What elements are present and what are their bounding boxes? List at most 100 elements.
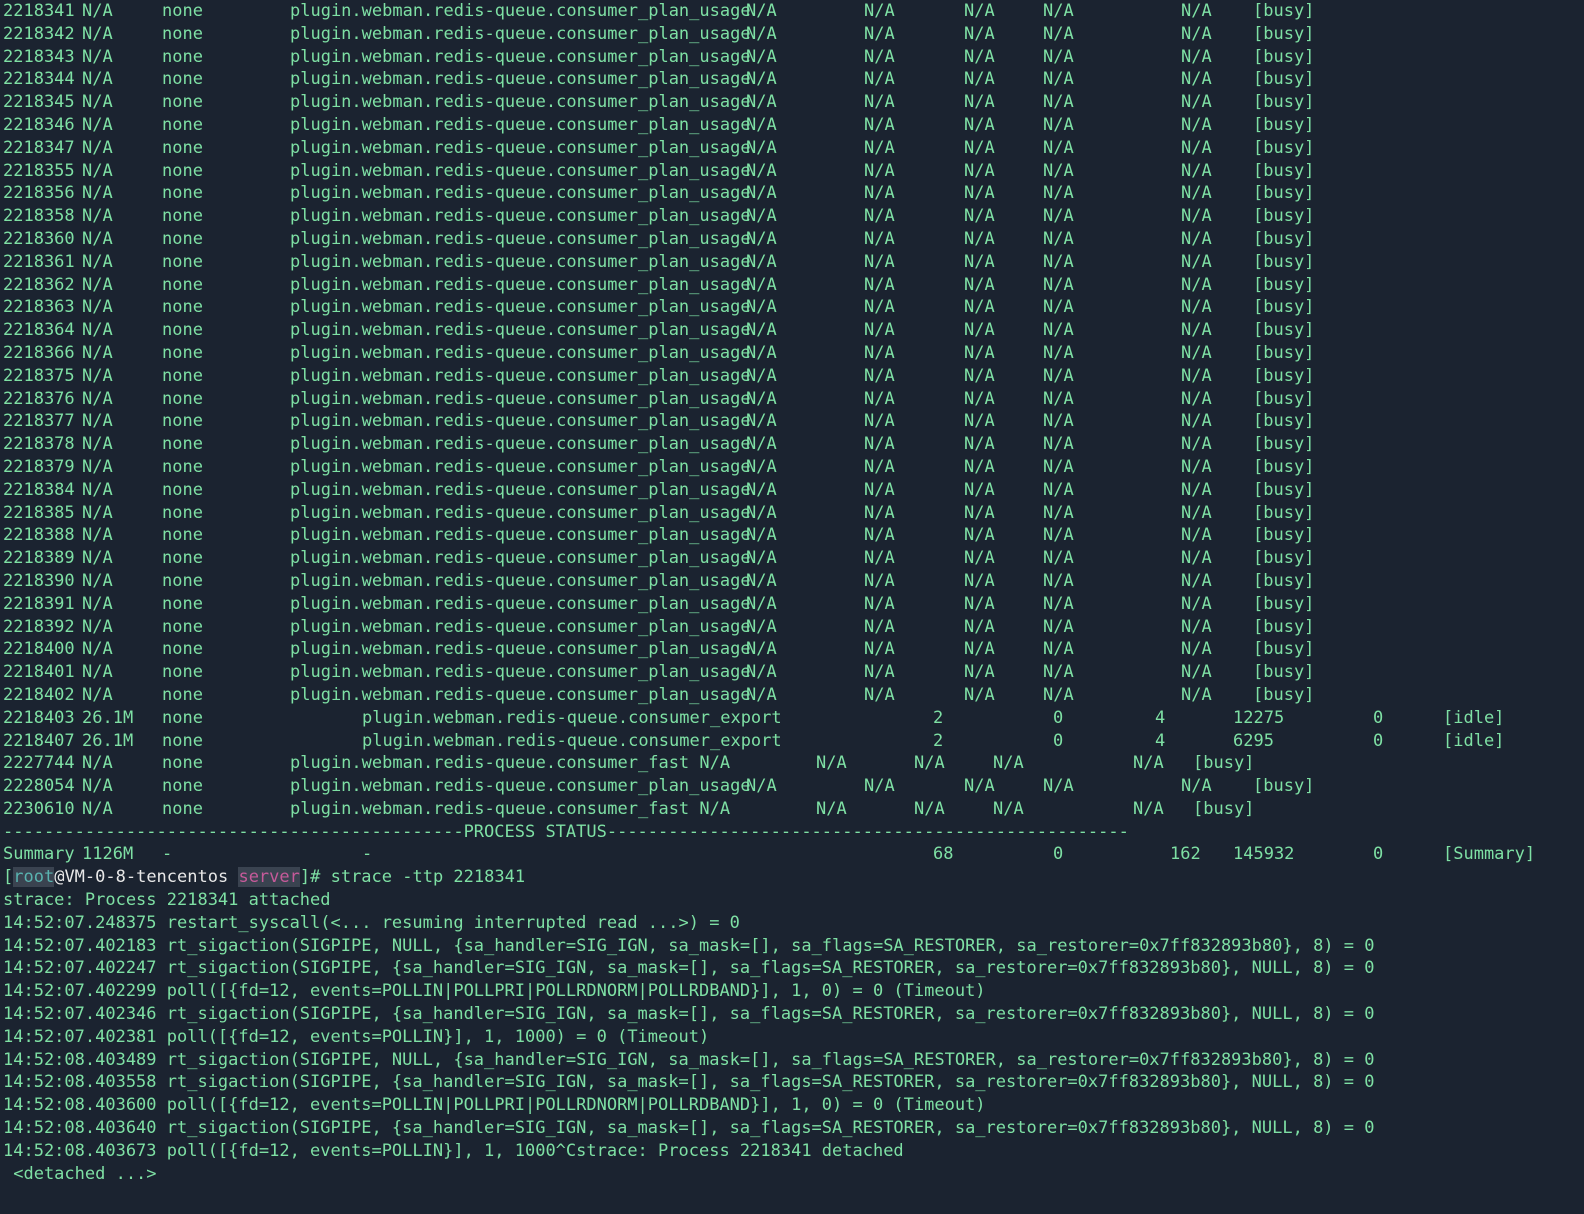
process-c5: N/A: [1181, 342, 1212, 363]
process-pid: 2218379: [3, 456, 75, 477]
process-c3: N/A: [993, 753, 1024, 774]
process-pid: 2218345: [3, 92, 75, 113]
process-mem: N/A: [82, 662, 113, 683]
process-pid: 2218360: [3, 228, 75, 249]
process-status: [busy]: [1253, 411, 1315, 432]
terminal-window[interactable]: 2218341 N/A none plugin.webman.redis-queue.…: [0, 0, 1584, 1214]
process-c4: N/A: [1043, 228, 1074, 249]
process-status: [busy]: [1253, 434, 1315, 455]
process-row: 2218361 N/A none plugin.webman.redis-queue.…: [0, 251, 1584, 274]
process-c3: N/A: [964, 662, 995, 683]
process-status: [busy]: [1253, 639, 1315, 660]
process-mem: N/A: [82, 251, 113, 272]
process-c4: N/A: [1133, 798, 1164, 819]
process-c1: N/A: [816, 753, 847, 774]
process-peer: none: [162, 320, 203, 341]
process-row: 2218358 N/A none plugin.webman.redis-queue.…: [0, 205, 1584, 228]
process-pid: 2218392: [3, 616, 75, 637]
process-status: [busy]: [1253, 776, 1315, 797]
process-peer: none: [162, 662, 203, 683]
process-pid: 2218362: [3, 274, 75, 295]
process-mem: N/A: [82, 411, 113, 432]
process-pid: 2218389: [3, 548, 75, 569]
process-status: [busy]: [1253, 251, 1315, 272]
process-peer: none: [162, 753, 203, 774]
process-mem: N/A: [82, 46, 113, 67]
process-c5: N/A: [1181, 69, 1212, 90]
process-c2: N/A: [864, 114, 895, 135]
process-c5: N/A: [1181, 365, 1212, 386]
process-c4: N/A: [1043, 616, 1074, 637]
process-c3: N/A: [964, 114, 995, 135]
process-c2: N/A: [864, 502, 895, 523]
process-c5: N/A: [1181, 525, 1212, 546]
process-name: plugin.webman.redis-queue.consumer_plan_…: [290, 206, 751, 227]
process-c4: 6295: [1233, 730, 1274, 751]
process-pid: 2228054: [3, 776, 75, 797]
process-name: plugin.webman.redis-queue.consumer_plan_…: [290, 502, 751, 523]
process-row: 2218355 N/A none plugin.webman.redis-queue.…: [0, 160, 1584, 183]
process-c2: N/A: [864, 388, 895, 409]
prompt-command[interactable]: strace -ttp 2218341: [320, 867, 525, 887]
process-pid: 2218363: [3, 297, 75, 318]
process-pid: 2218376: [3, 388, 75, 409]
process-row: 2218344 N/A none plugin.webman.redis-queue.…: [0, 68, 1584, 91]
process-c3: N/A: [964, 411, 995, 432]
process-status: [busy]: [1253, 69, 1315, 90]
process-name: plugin.webman.redis-queue.consumer_plan_…: [290, 593, 751, 614]
process-c5: N/A: [1181, 160, 1212, 181]
shell-prompt[interactable]: [root@VM-0-8-tencentos server]# strace -…: [0, 866, 1584, 889]
process-name: plugin.webman.redis-queue.consumer_plan_…: [290, 411, 751, 432]
process-name: plugin.webman.redis-queue.consumer_plan_…: [290, 388, 751, 409]
process-pid: 2218388: [3, 525, 75, 546]
process-c4: N/A: [1043, 365, 1074, 386]
process-c2: N/A: [864, 251, 895, 272]
process-pid: 2218403: [3, 707, 75, 728]
process-c1: N/A: [746, 365, 777, 386]
process-mem: N/A: [82, 639, 113, 660]
process-row: 2218346 N/A none plugin.webman.redis-queue.…: [0, 114, 1584, 137]
process-c3: N/A: [964, 297, 995, 318]
process-c3: N/A: [964, 684, 995, 705]
process-c3: N/A: [964, 479, 995, 500]
process-mem: N/A: [82, 137, 113, 158]
process-status: [busy]: [1253, 183, 1315, 204]
process-pid: 2218342: [3, 23, 75, 44]
process-peer: none: [162, 456, 203, 477]
process-mem: N/A: [82, 274, 113, 295]
process-pid: 2227744: [3, 753, 75, 774]
process-c5: N/A: [1181, 206, 1212, 227]
strace-line: 14:52:07.402346 rt_sigaction(SIGPIPE, {s…: [0, 1003, 1584, 1026]
process-status: [busy]: [1253, 593, 1315, 614]
strace-line-text: 14:52:07.402299 poll([{fd=12, events=POL…: [3, 981, 986, 1002]
strace-line: 14:52:08.403600 poll([{fd=12, events=POL…: [0, 1094, 1584, 1117]
process-mem: N/A: [82, 434, 113, 455]
process-c2: N/A: [914, 798, 945, 819]
process-status: [busy]: [1253, 92, 1315, 113]
summary-c3: 162: [1170, 844, 1201, 865]
process-pid: 2218366: [3, 342, 75, 363]
process-name: plugin.webman.redis-queue.consumer_plan_…: [290, 662, 751, 683]
strace-line-text: 14:52:08.403558 rt_sigaction(SIGPIPE, {s…: [3, 1072, 1375, 1093]
strace-line: 14:52:08.403640 rt_sigaction(SIGPIPE, {s…: [0, 1117, 1584, 1140]
process-c2: N/A: [864, 479, 895, 500]
process-row: 2218343 N/A none plugin.webman.redis-queue.…: [0, 46, 1584, 69]
process-c5: N/A: [1181, 92, 1212, 113]
process-c1: N/A: [746, 570, 777, 591]
process-peer: none: [162, 297, 203, 318]
process-c1: N/A: [746, 1, 777, 21]
process-name: plugin.webman.redis-queue.consumer_plan_…: [290, 479, 751, 500]
process-c4: 12275: [1233, 707, 1285, 728]
process-c5: N/A: [1181, 251, 1212, 272]
process-name: plugin.webman.redis-queue.consumer_expor…: [362, 730, 782, 751]
summary-label: Summary: [3, 844, 75, 865]
process-row: 2218403 26.1M none plugin.webman.redis-queu…: [0, 707, 1584, 730]
process-mem: N/A: [82, 183, 113, 204]
process-row: 2227744 N/A none plugin.webman.redis-queue.…: [0, 752, 1584, 775]
process-c4: N/A: [1043, 251, 1074, 272]
process-c1: N/A: [746, 23, 777, 44]
process-status: [busy]: [1253, 1, 1315, 21]
process-status: [busy]: [1253, 570, 1315, 591]
prompt-user: root: [13, 867, 55, 888]
strace-line-text: 14:52:08.403640 rt_sigaction(SIGPIPE, {s…: [3, 1118, 1375, 1139]
